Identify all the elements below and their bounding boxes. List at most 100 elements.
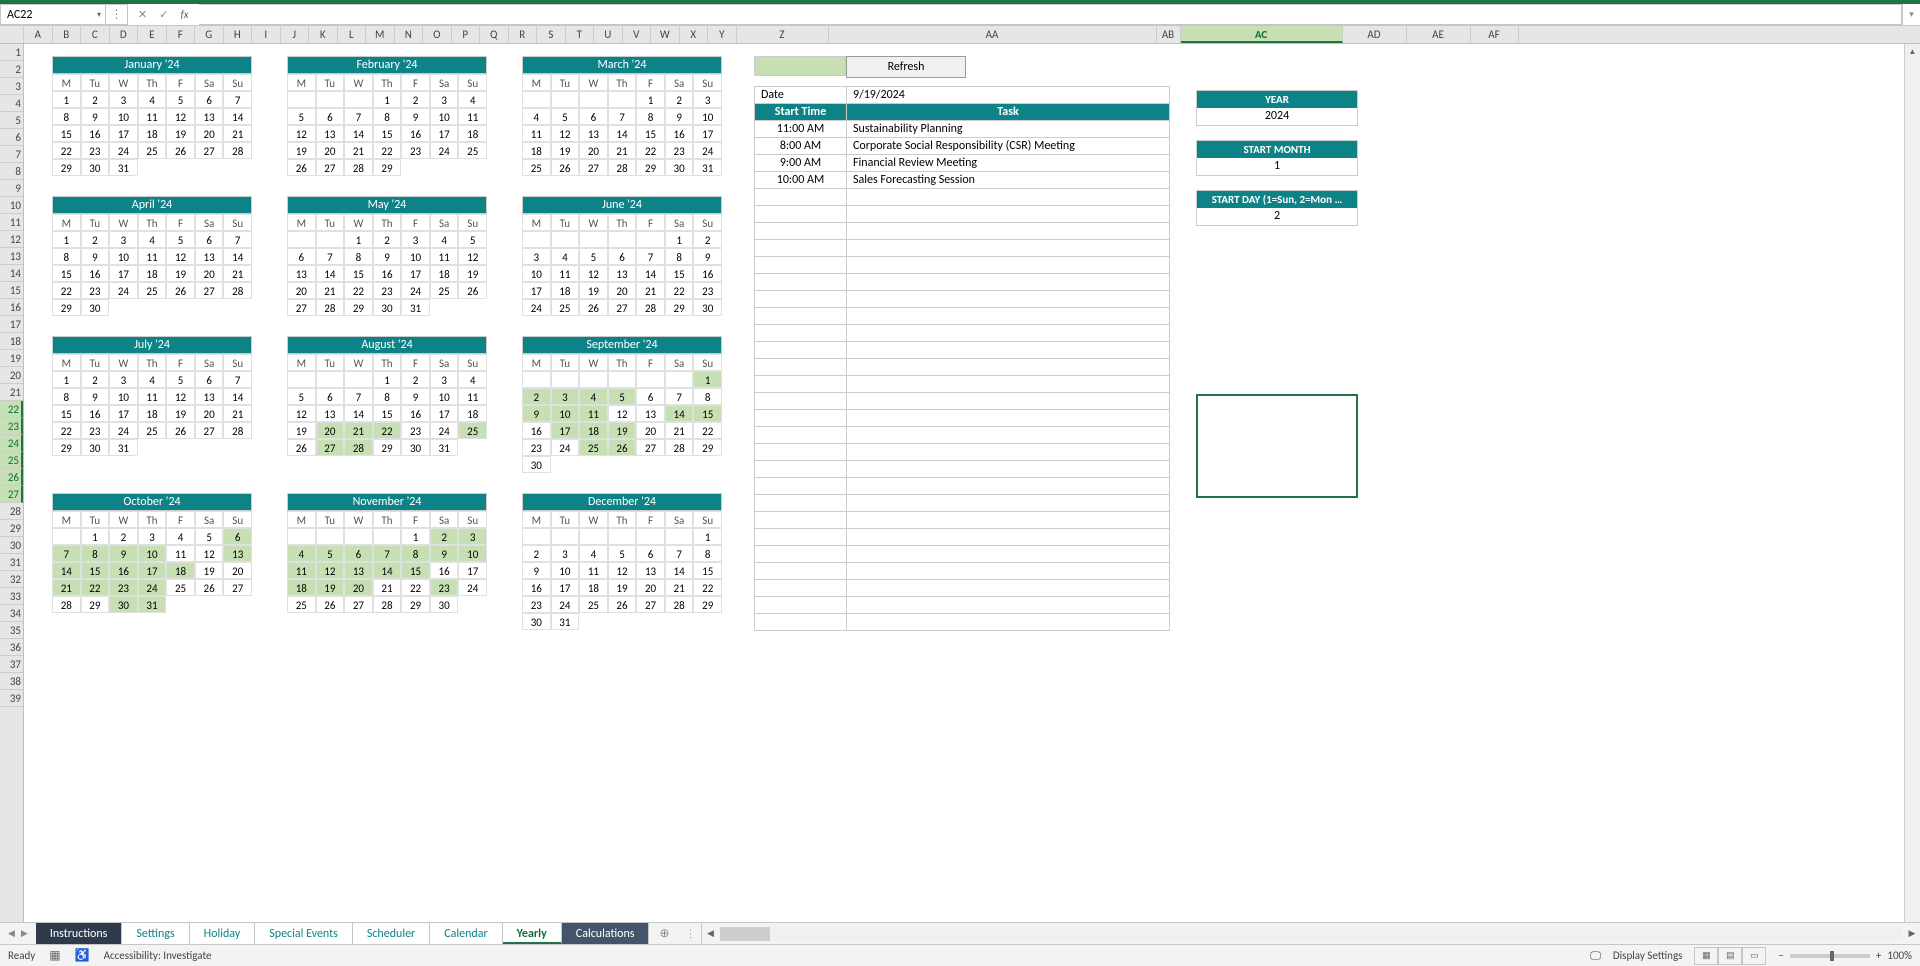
day-cell[interactable]: 23 (81, 142, 110, 159)
row-header[interactable]: 22 (0, 401, 23, 418)
row-header[interactable]: 14 (0, 265, 23, 282)
day-cell[interactable]: 9 (693, 248, 722, 265)
day-cell[interactable]: 29 (373, 159, 402, 176)
day-cell[interactable]: 24 (693, 142, 722, 159)
col-header[interactable]: V (623, 26, 652, 43)
day-cell[interactable]: 21 (52, 579, 81, 596)
day-cell[interactable]: 23 (109, 579, 138, 596)
day-cell[interactable]: 25 (458, 142, 487, 159)
day-cell[interactable]: 18 (551, 282, 580, 299)
day-cell[interactable]: 30 (373, 299, 402, 316)
day-cell[interactable]: 11 (138, 248, 167, 265)
row-header[interactable]: 10 (0, 197, 23, 214)
day-cell[interactable]: 4 (287, 545, 316, 562)
day-cell[interactable]: 22 (52, 422, 81, 439)
day-cell[interactable]: 10 (430, 388, 459, 405)
day-cell[interactable]: 27 (316, 159, 345, 176)
day-cell[interactable]: 29 (665, 299, 694, 316)
row-header[interactable]: 2 (0, 61, 23, 78)
sheet-tab[interactable]: Calculations (562, 923, 650, 944)
day-cell[interactable]: 15 (373, 405, 402, 422)
day-cell[interactable]: 5 (166, 231, 195, 248)
day-cell[interactable]: 5 (287, 108, 316, 125)
zoom-slider[interactable] (1790, 954, 1870, 958)
day-cell[interactable]: 17 (109, 265, 138, 282)
row-header[interactable]: 26 (0, 469, 23, 486)
day-cell[interactable]: 18 (166, 562, 195, 579)
day-cell[interactable]: 22 (52, 142, 81, 159)
day-cell[interactable]: 29 (344, 299, 373, 316)
day-cell[interactable]: 15 (52, 405, 81, 422)
day-cell[interactable]: 2 (430, 528, 459, 545)
day-cell[interactable]: 16 (401, 405, 430, 422)
day-cell[interactable]: 16 (693, 265, 722, 282)
day-cell[interactable]: 1 (693, 371, 722, 388)
day-cell[interactable]: 6 (636, 388, 665, 405)
day-cell[interactable]: 11 (522, 125, 551, 142)
day-cell[interactable]: 6 (195, 231, 224, 248)
col-header[interactable]: D (110, 26, 139, 43)
day-cell[interactable]: 20 (344, 579, 373, 596)
day-cell[interactable]: 21 (316, 282, 345, 299)
day-cell[interactable]: 29 (52, 299, 81, 316)
day-cell[interactable]: 18 (430, 265, 459, 282)
day-cell[interactable]: 28 (223, 282, 252, 299)
day-cell[interactable]: 23 (81, 282, 110, 299)
day-cell[interactable]: 27 (195, 422, 224, 439)
day-cell[interactable]: 23 (373, 282, 402, 299)
day-cell[interactable]: 13 (316, 405, 345, 422)
day-cell[interactable]: 19 (166, 125, 195, 142)
day-cell[interactable]: 2 (81, 231, 110, 248)
view-layout-icon[interactable]: ▤ (1718, 947, 1742, 965)
day-cell[interactable]: 24 (430, 422, 459, 439)
day-cell[interactable]: 4 (458, 91, 487, 108)
display-settings-label[interactable]: Display Settings (1613, 949, 1683, 962)
day-cell[interactable]: 28 (316, 299, 345, 316)
row-header[interactable]: 3 (0, 78, 23, 95)
day-cell[interactable]: 6 (287, 248, 316, 265)
day-cell[interactable]: 27 (608, 299, 637, 316)
day-cell[interactable]: 1 (52, 371, 81, 388)
day-cell[interactable]: 5 (608, 388, 637, 405)
sheet-tab[interactable]: Calendar (430, 923, 502, 944)
day-cell[interactable]: 4 (579, 545, 608, 562)
day-cell[interactable]: 20 (195, 265, 224, 282)
row-header[interactable]: 13 (0, 248, 23, 265)
day-cell[interactable]: 31 (109, 159, 138, 176)
day-cell[interactable]: 1 (693, 528, 722, 545)
day-cell[interactable]: 9 (522, 562, 551, 579)
day-cell[interactable]: 9 (401, 108, 430, 125)
day-cell[interactable]: 18 (458, 125, 487, 142)
day-cell[interactable]: 20 (636, 579, 665, 596)
day-cell[interactable]: 11 (138, 388, 167, 405)
day-cell[interactable]: 2 (401, 91, 430, 108)
day-cell[interactable]: 26 (287, 159, 316, 176)
day-cell[interactable]: 19 (287, 422, 316, 439)
day-cell[interactable]: 18 (287, 579, 316, 596)
day-cell[interactable]: 21 (636, 282, 665, 299)
day-cell[interactable]: 31 (430, 439, 459, 456)
day-cell[interactable]: 24 (522, 299, 551, 316)
day-cell[interactable]: 12 (551, 125, 580, 142)
day-cell[interactable]: 13 (579, 125, 608, 142)
day-cell[interactable]: 20 (195, 405, 224, 422)
day-cell[interactable]: 26 (166, 422, 195, 439)
zoom-out-icon[interactable]: − (1778, 949, 1783, 962)
row-header[interactable]: 21 (0, 384, 23, 401)
day-cell[interactable]: 25 (522, 159, 551, 176)
col-header[interactable]: G (195, 26, 224, 43)
day-cell[interactable]: 3 (109, 231, 138, 248)
day-cell[interactable]: 17 (551, 579, 580, 596)
day-cell[interactable]: 23 (522, 439, 551, 456)
day-cell[interactable]: 13 (316, 125, 345, 142)
day-cell[interactable]: 25 (138, 422, 167, 439)
day-cell[interactable]: 3 (109, 371, 138, 388)
hscroll-thumb[interactable] (720, 927, 770, 941)
day-cell[interactable]: 15 (401, 562, 430, 579)
day-cell[interactable]: 11 (579, 562, 608, 579)
day-cell[interactable]: 4 (138, 371, 167, 388)
zoom-in-icon[interactable]: + (1876, 949, 1881, 962)
day-cell[interactable]: 2 (81, 91, 110, 108)
day-cell[interactable]: 11 (458, 108, 487, 125)
col-header[interactable]: AB (1157, 26, 1181, 43)
